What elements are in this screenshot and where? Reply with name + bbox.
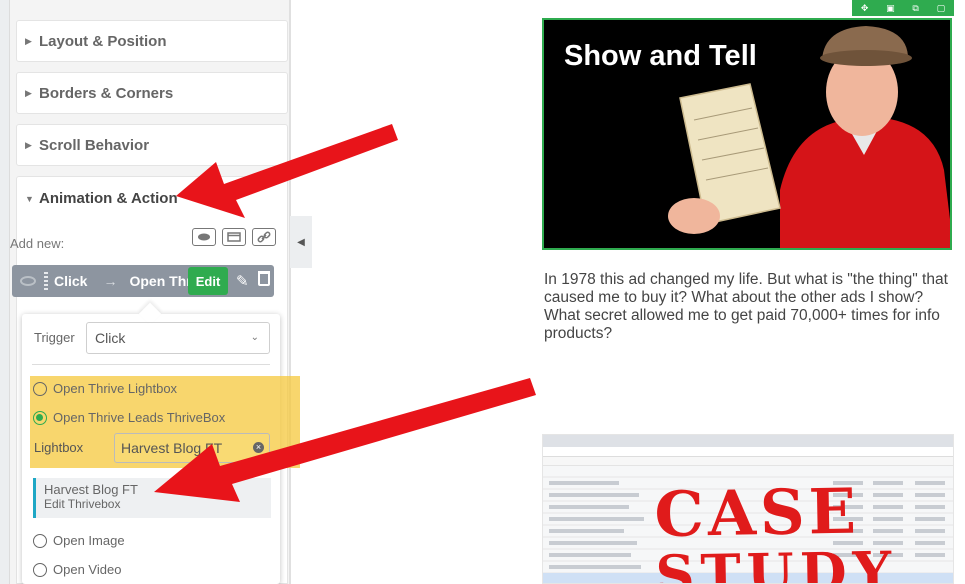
add-new-icons bbox=[192, 228, 276, 246]
collapse-panel-button[interactable]: ◀ bbox=[290, 216, 312, 268]
left-strip bbox=[0, 0, 10, 584]
browser-tabs bbox=[543, 435, 953, 447]
option-label: Open Video bbox=[53, 562, 122, 577]
suggestion-title: Harvest Blog FT bbox=[44, 482, 138, 497]
case-study-stamp: CASE STUDY bbox=[653, 474, 898, 584]
add-new-label: Add new: bbox=[10, 236, 65, 251]
section-label: Layout & Position bbox=[39, 32, 167, 50]
case-stamp-line2: STUDY bbox=[654, 538, 898, 584]
section-label: Borders & Corners bbox=[39, 84, 174, 102]
caret-right-icon: ▶ bbox=[25, 87, 32, 98]
radio-unchecked[interactable] bbox=[33, 562, 47, 577]
section-layout-position[interactable]: ▶ Layout & Position bbox=[16, 20, 288, 62]
trash-icon[interactable] bbox=[258, 271, 270, 286]
clear-icon[interactable]: × bbox=[253, 442, 264, 453]
radio-unchecked[interactable] bbox=[33, 381, 47, 396]
browser-urlbar bbox=[543, 447, 953, 457]
section-label: Scroll Behavior bbox=[39, 136, 150, 154]
element-toolbar: ✥ ▣ ⧉ ▢ bbox=[852, 0, 954, 16]
option-open-image[interactable]: Open Image bbox=[33, 533, 125, 548]
lightbox-input-value: Harvest Blog FT bbox=[121, 440, 223, 456]
settings-icon[interactable]: ▣ bbox=[886, 3, 895, 14]
chevron-down-icon: ⌄ bbox=[250, 332, 259, 343]
hero-title: Show and Tell bbox=[564, 40, 757, 72]
radio-checked[interactable] bbox=[33, 410, 47, 425]
caret-left-icon: ◀ bbox=[297, 236, 305, 248]
window-icon[interactable] bbox=[222, 228, 246, 246]
video-thumbnail[interactable]: Show and Tell bbox=[542, 18, 952, 250]
option-label: Open Thrive Lightbox bbox=[53, 381, 178, 396]
caret-right-icon: ▶ bbox=[25, 139, 32, 150]
lightbox-suggestion[interactable]: Harvest Blog FT Edit Thrivebox bbox=[33, 478, 271, 518]
option-open-video[interactable]: Open Video bbox=[33, 562, 121, 577]
case-stamp-line1: CASE bbox=[653, 474, 861, 552]
divider bbox=[32, 364, 270, 365]
move-icon[interactable]: ✥ bbox=[861, 3, 869, 14]
section-borders-corners[interactable]: ▶ Borders & Corners bbox=[16, 72, 288, 114]
action-target-text: Open Thrive Lightbox bbox=[129, 273, 190, 289]
action-trigger-text: Click bbox=[54, 273, 88, 289]
drag-handle-icon[interactable] bbox=[44, 272, 48, 290]
animation-toggle-icon[interactable] bbox=[192, 228, 216, 246]
edit-button[interactable]: Edit bbox=[188, 267, 228, 295]
section-animation-action[interactable]: ▼ Animation & Action bbox=[16, 176, 288, 220]
link-icon[interactable] bbox=[252, 228, 276, 246]
option-open-thrive-leads-thrivebox[interactable]: Open Thrive Leads ThriveBox bbox=[33, 410, 225, 425]
section-label: Animation & Action bbox=[39, 190, 178, 207]
section-scroll-behavior[interactable]: ▶ Scroll Behavior bbox=[16, 124, 288, 166]
trigger-select[interactable]: Click ⌄ bbox=[86, 322, 270, 354]
body-paragraph: In 1978 this ad changed my life. But wha… bbox=[544, 271, 948, 342]
panel-edge bbox=[289, 0, 291, 584]
caret-right-icon: ▶ bbox=[25, 35, 32, 46]
browser-bookmarks bbox=[543, 457, 953, 466]
option-open-thrive-lightbox[interactable]: Open Thrive Lightbox bbox=[33, 381, 177, 396]
eye-hidden-icon[interactable] bbox=[20, 276, 36, 286]
pencil-icon[interactable]: ✎ bbox=[236, 272, 249, 290]
duplicate-icon[interactable]: ⧉ bbox=[912, 3, 918, 14]
suggestion-subtitle: Edit Thrivebox bbox=[44, 497, 121, 511]
delete-icon[interactable]: ▢ bbox=[937, 3, 946, 14]
case-study-image[interactable]: CASE STUDY bbox=[542, 434, 954, 584]
arrow-right-icon: → bbox=[103, 273, 118, 289]
trigger-select-value: Click bbox=[95, 330, 126, 346]
option-label: Open Thrive Leads ThriveBox bbox=[53, 410, 226, 425]
action-row[interactable]: Click → Open Thrive Lightbox bbox=[12, 265, 274, 297]
trigger-label: Trigger bbox=[34, 330, 75, 345]
caret-down-icon: ▼ bbox=[25, 193, 34, 204]
radio-unchecked[interactable] bbox=[33, 533, 47, 548]
option-label: Open Image bbox=[53, 533, 125, 548]
lightbox-label: Lightbox bbox=[34, 440, 84, 455]
lightbox-input[interactable]: Harvest Blog FT × bbox=[114, 433, 270, 463]
